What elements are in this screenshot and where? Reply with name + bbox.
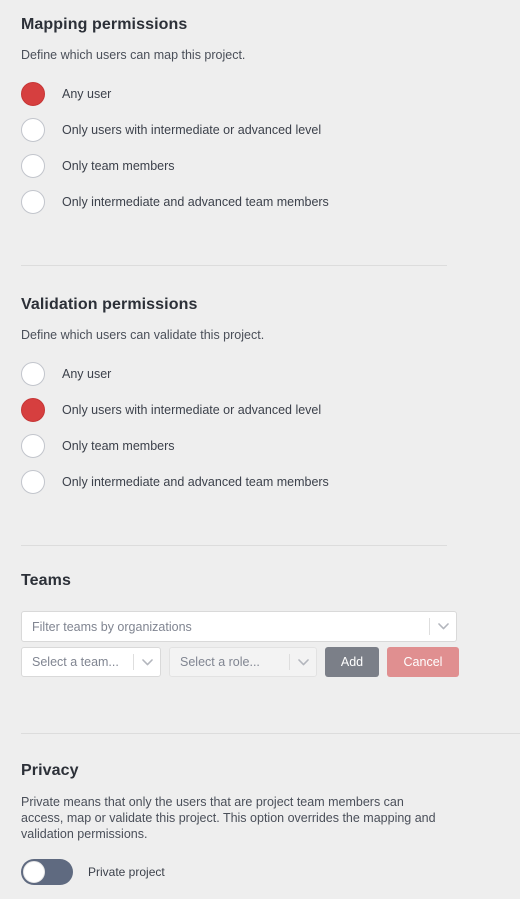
radio-label: Only users with intermediate or advanced… [62,403,322,417]
radio-label: Any user [62,87,112,101]
mapping-option-intermediate-advanced-level[interactable]: Only users with intermediate or advanced… [21,112,499,148]
chevron-down-icon[interactable] [430,623,456,630]
privacy-title: Privacy [21,762,79,779]
radio-label: Only intermediate and advanced team memb… [62,195,329,209]
team-select-value: Select a team... [32,655,119,669]
mapping-permissions-radio-group[interactable]: Any user Only users with intermediate or… [21,76,499,220]
radio-label: Only intermediate and advanced team memb… [62,475,329,489]
validation-option-intermediate-advanced-level[interactable]: Only users with intermediate or advanced… [21,392,499,428]
radio-icon [21,470,45,494]
organization-filter-value: Filter teams by organizations [32,619,192,634]
mapping-permissions-description: Define which users can map this project. [21,48,246,62]
validation-permissions-radio-group[interactable]: Any user Only users with intermediate or… [21,356,499,500]
validation-permissions-description: Define which users can validate this pro… [21,328,265,342]
cancel-team-button[interactable]: Cancel [387,647,459,677]
team-select[interactable]: Select a team... [21,647,161,677]
validation-permissions-section: Validation permissions Define which user… [0,266,520,500]
add-team-button[interactable]: Add [325,647,379,677]
radio-icon [21,398,45,422]
mapping-permissions-section: Mapping permissions Define which users c… [0,0,520,220]
toggle-knob [23,861,45,883]
role-select-value: Select a role... [180,655,260,669]
role-select[interactable]: Select a role... [169,647,317,677]
project-permissions-settings-panel: Mapping permissions Define which users c… [0,0,520,899]
validation-option-team-members[interactable]: Only team members [21,428,499,464]
chevron-down-icon[interactable] [290,658,316,666]
privacy-description: Private means that only the users that a… [21,795,436,841]
radio-icon [21,434,45,458]
private-project-toggle-row: Private project [21,859,499,885]
radio-icon [21,154,45,178]
mapping-option-intermediate-advanced-team-members[interactable]: Only intermediate and advanced team memb… [21,184,499,220]
validation-option-intermediate-advanced-team-members[interactable]: Only intermediate and advanced team memb… [21,464,499,500]
chevron-down-icon[interactable] [134,658,160,666]
radio-label: Only team members [62,159,175,173]
radio-icon [21,118,45,142]
mapping-option-any-user[interactable]: Any user [21,76,499,112]
private-project-toggle[interactable] [21,859,73,885]
mapping-option-team-members[interactable]: Only team members [21,148,499,184]
radio-icon [21,190,45,214]
validation-permissions-title: Validation permissions [21,296,198,313]
organization-filter-select[interactable]: Filter teams by organizations [21,611,457,642]
team-role-control-row: Select a team... Select a role... Add Ca… [21,647,499,677]
radio-label: Only team members [62,439,175,453]
private-project-toggle-label: Private project [88,865,165,879]
validation-option-any-user[interactable]: Any user [21,356,499,392]
teams-title: Teams [21,572,72,589]
privacy-section: Privacy Private means that only the user… [0,734,520,885]
teams-section: Teams Filter teams by organizations Sele… [0,546,520,677]
radio-icon [21,362,45,386]
radio-label: Any user [62,367,112,381]
mapping-permissions-title: Mapping permissions [21,16,188,33]
radio-icon [21,82,45,106]
radio-label: Only users with intermediate or advanced… [62,123,322,137]
